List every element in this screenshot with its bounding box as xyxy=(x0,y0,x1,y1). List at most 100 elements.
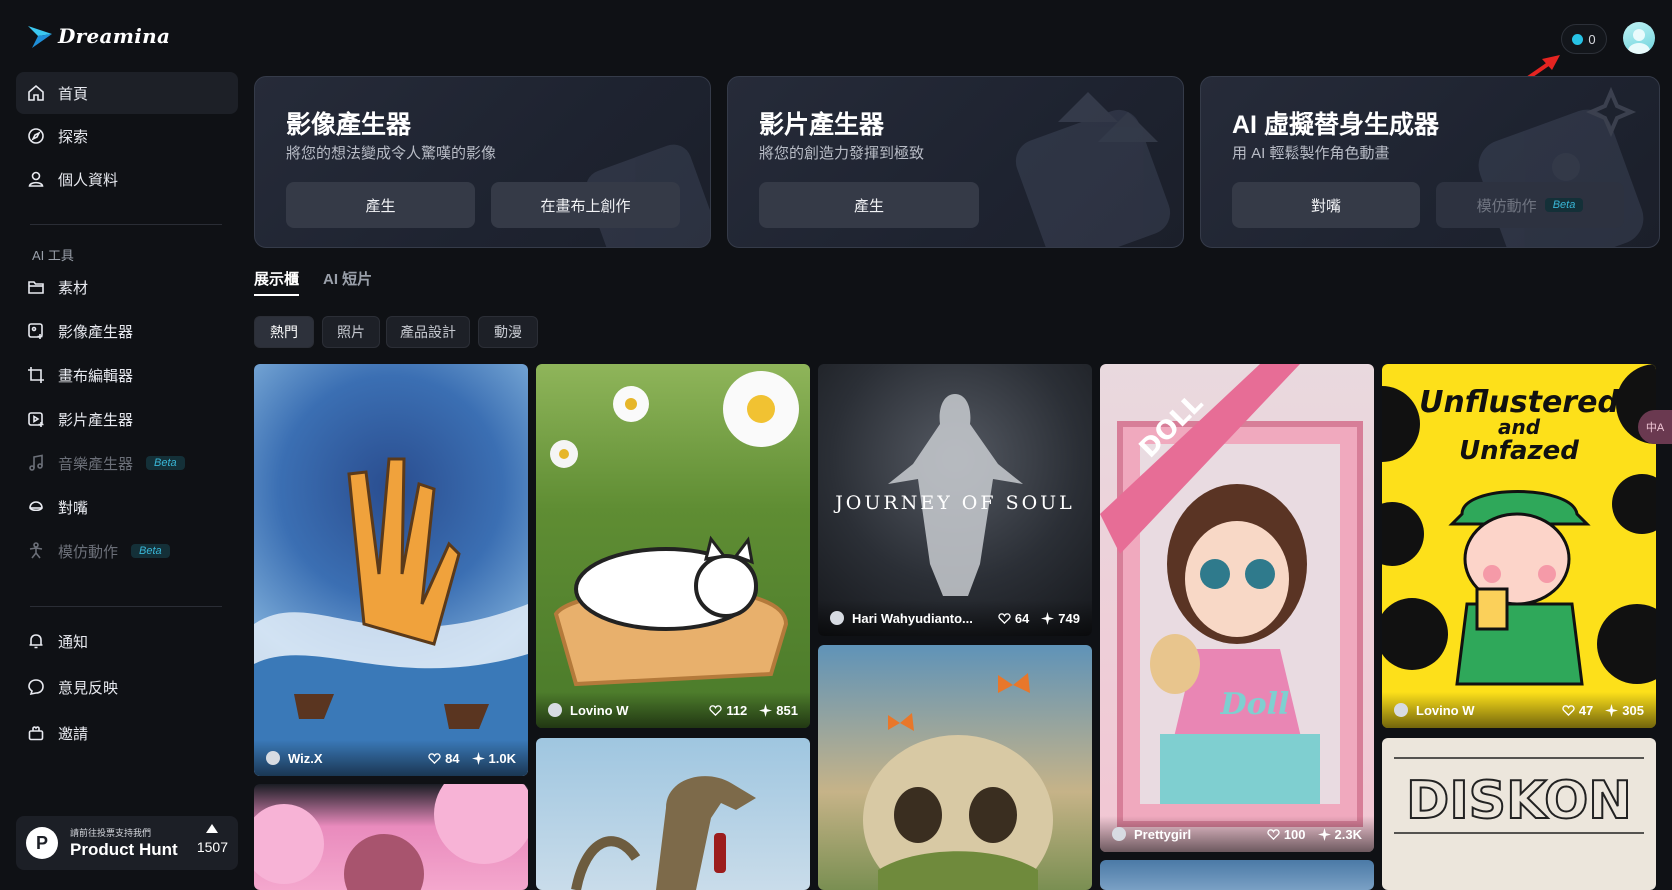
app-name: Dreamina xyxy=(58,24,171,48)
product-hunt-banner[interactable]: P 請前往投票支持我們 Product Hunt 1507 xyxy=(16,816,238,870)
author-avatar xyxy=(266,751,280,765)
credits-count: 0 xyxy=(1588,31,1596,47)
user-avatar[interactable] xyxy=(1623,22,1655,54)
generate-video-button[interactable]: 產生 xyxy=(759,182,979,228)
nav-music-generator[interactable]: 音樂產生器 Beta xyxy=(16,442,238,484)
card-video-generator[interactable]: 影片產生器 將您的創造力發揮到極致 產生 xyxy=(727,76,1184,248)
likes[interactable]: 47 xyxy=(1562,703,1593,718)
gallery-card[interactable]: Wiz.X 84 1.0K xyxy=(254,364,528,776)
nav-profile[interactable]: 個人資料 xyxy=(16,158,238,200)
gallery-card[interactable] xyxy=(1100,860,1374,890)
gallery-card[interactable]: DOLL Doll Prettygirl 100 2.3K xyxy=(1100,364,1374,852)
nav-home[interactable]: 首頁 xyxy=(16,72,238,114)
filter-popular[interactable]: 熱門 xyxy=(254,316,314,348)
nav-motion-mimic-label: 模仿動作 xyxy=(58,543,119,561)
likes[interactable]: 100 xyxy=(1267,827,1306,842)
uses[interactable]: 1.0K xyxy=(471,750,516,766)
image-diskon-poster: DISKON xyxy=(1394,757,1644,834)
nav-image-generator-label: 影像產生器 xyxy=(58,323,134,341)
card-footer: Lovino W 112 851 xyxy=(536,692,810,728)
nav-motion-mimic[interactable]: 模仿動作 Beta xyxy=(16,530,238,572)
card-avatar-generator[interactable]: AI 虛擬替身生成器 用 AI 輕鬆製作角色動畫 對嘴 模仿動作 Beta xyxy=(1200,76,1660,248)
gallery-card[interactable] xyxy=(818,645,1092,890)
nav-invite[interactable]: 邀請 xyxy=(16,712,238,754)
gallery-card[interactable]: Unflustered and Unfazed Lovino W 47 305 xyxy=(1382,364,1656,728)
sparkle-icon xyxy=(1317,827,1331,841)
compass-icon xyxy=(27,127,45,145)
nav-lip-sync-label: 對嘴 xyxy=(58,499,89,517)
filter-anime[interactable]: 動漫 xyxy=(478,316,538,348)
image-doll-box: DOLL Doll xyxy=(1100,364,1363,827)
card-footer: Hari Wahyudianto... 64 749 xyxy=(818,600,1092,636)
uses[interactable]: 749 xyxy=(1041,611,1080,626)
filter-photo[interactable]: 照片 xyxy=(322,316,380,348)
video-plus-icon xyxy=(27,410,45,428)
folder-icon xyxy=(27,278,45,296)
nav-assets-label: 素材 xyxy=(58,279,89,297)
card-subtitle: 將您的創造力發揮到極致 xyxy=(759,145,925,162)
author[interactable]: Wiz.X xyxy=(266,751,416,766)
motion-mimic-button[interactable]: 模仿動作 Beta xyxy=(1436,182,1624,228)
create-on-canvas-button[interactable]: 在畫布上創作 xyxy=(491,182,680,228)
heart-icon xyxy=(1267,828,1280,840)
use-count: 851 xyxy=(776,702,798,718)
nav-explore-label: 探索 xyxy=(58,128,89,146)
card-footer: Wiz.X 84 1.0K xyxy=(254,740,528,776)
uses[interactable]: 305 xyxy=(1605,703,1644,718)
gallery-card[interactable]: DISKON xyxy=(1382,738,1656,890)
nav-canvas-editor[interactable]: 畫布編輯器 xyxy=(16,354,238,396)
app-logo[interactable]: Dreamina xyxy=(26,22,170,50)
image-label-doll-script: Doll xyxy=(1220,687,1290,722)
gallery-card[interactable] xyxy=(254,784,528,890)
author[interactable]: Prettygirl xyxy=(1112,827,1255,842)
card-footer: Prettygirl 100 2.3K xyxy=(1100,816,1374,852)
uses[interactable]: 2.3K xyxy=(1317,827,1362,842)
filter-product-design[interactable]: 產品設計 xyxy=(386,316,470,348)
nav-video-generator[interactable]: 影片產生器 xyxy=(16,398,238,440)
likes[interactable]: 112 xyxy=(709,703,747,718)
heart-icon xyxy=(998,612,1011,624)
image-journey-of-soul: JOURNEY OF SOUL xyxy=(833,394,1072,596)
use-count: 1.0K xyxy=(488,750,516,766)
heart-icon xyxy=(428,752,441,764)
nav-home-label: 首頁 xyxy=(58,85,89,103)
sidebar-divider xyxy=(30,606,222,607)
use-count: 305 xyxy=(1622,702,1644,718)
nav-feedback[interactable]: 意見反映 xyxy=(16,666,238,708)
nav-explore[interactable]: 探索 xyxy=(16,115,238,157)
tab-showcase[interactable]: 展示櫃 xyxy=(254,268,299,289)
uses[interactable]: 851 xyxy=(759,703,798,718)
lip-sync-button[interactable]: 對嘴 xyxy=(1232,182,1420,228)
likes[interactable]: 64 xyxy=(998,611,1029,626)
image-skull-garden xyxy=(863,673,1053,890)
product-hunt-logo-icon: P xyxy=(26,827,58,859)
author[interactable]: Lovino W xyxy=(548,703,697,718)
author[interactable]: Hari Wahyudianto... xyxy=(830,611,986,626)
generate-image-button[interactable]: 產生 xyxy=(286,182,475,228)
image-plus-icon xyxy=(27,322,45,340)
likes[interactable]: 84 xyxy=(428,751,460,766)
gallery-card[interactable]: JOURNEY OF SOUL Hari Wahyudianto... 64 7… xyxy=(818,364,1092,636)
lipsync-icon xyxy=(27,498,45,516)
card-title: AI 虛擬替身生成器 xyxy=(1232,111,1439,139)
nav-lip-sync[interactable]: 對嘴 xyxy=(16,486,238,528)
translate-button[interactable]: 中A xyxy=(1638,410,1672,444)
nav-image-generator[interactable]: 影像產生器 xyxy=(16,310,238,352)
like-count: 64 xyxy=(1014,610,1030,626)
beta-badge: Beta xyxy=(131,544,170,558)
nav-assets[interactable]: 素材 xyxy=(16,266,238,308)
nav-notifications[interactable]: 通知 xyxy=(16,620,238,662)
nav-video-generator-label: 影片產生器 xyxy=(58,411,134,429)
card-image-generator[interactable]: 影像產生器 將您的想法變成令人驚嘆的影像 產生 在畫布上創作 xyxy=(254,76,711,248)
author[interactable]: Lovino W xyxy=(1394,703,1550,718)
use-count: 749 xyxy=(1058,610,1080,626)
beta-badge: Beta xyxy=(146,456,185,470)
gallery-card[interactable] xyxy=(536,738,810,890)
credits-icon xyxy=(1572,33,1584,45)
author-name: Lovino W xyxy=(570,702,629,718)
author-name: Hari Wahyudianto... xyxy=(852,610,973,626)
like-count: 100 xyxy=(1283,826,1306,842)
gallery-card[interactable]: Lovino W 112 851 xyxy=(536,364,810,728)
tab-ai-shorts[interactable]: AI 短片 xyxy=(323,268,372,289)
product-hunt-title: Product Hunt xyxy=(70,840,178,859)
